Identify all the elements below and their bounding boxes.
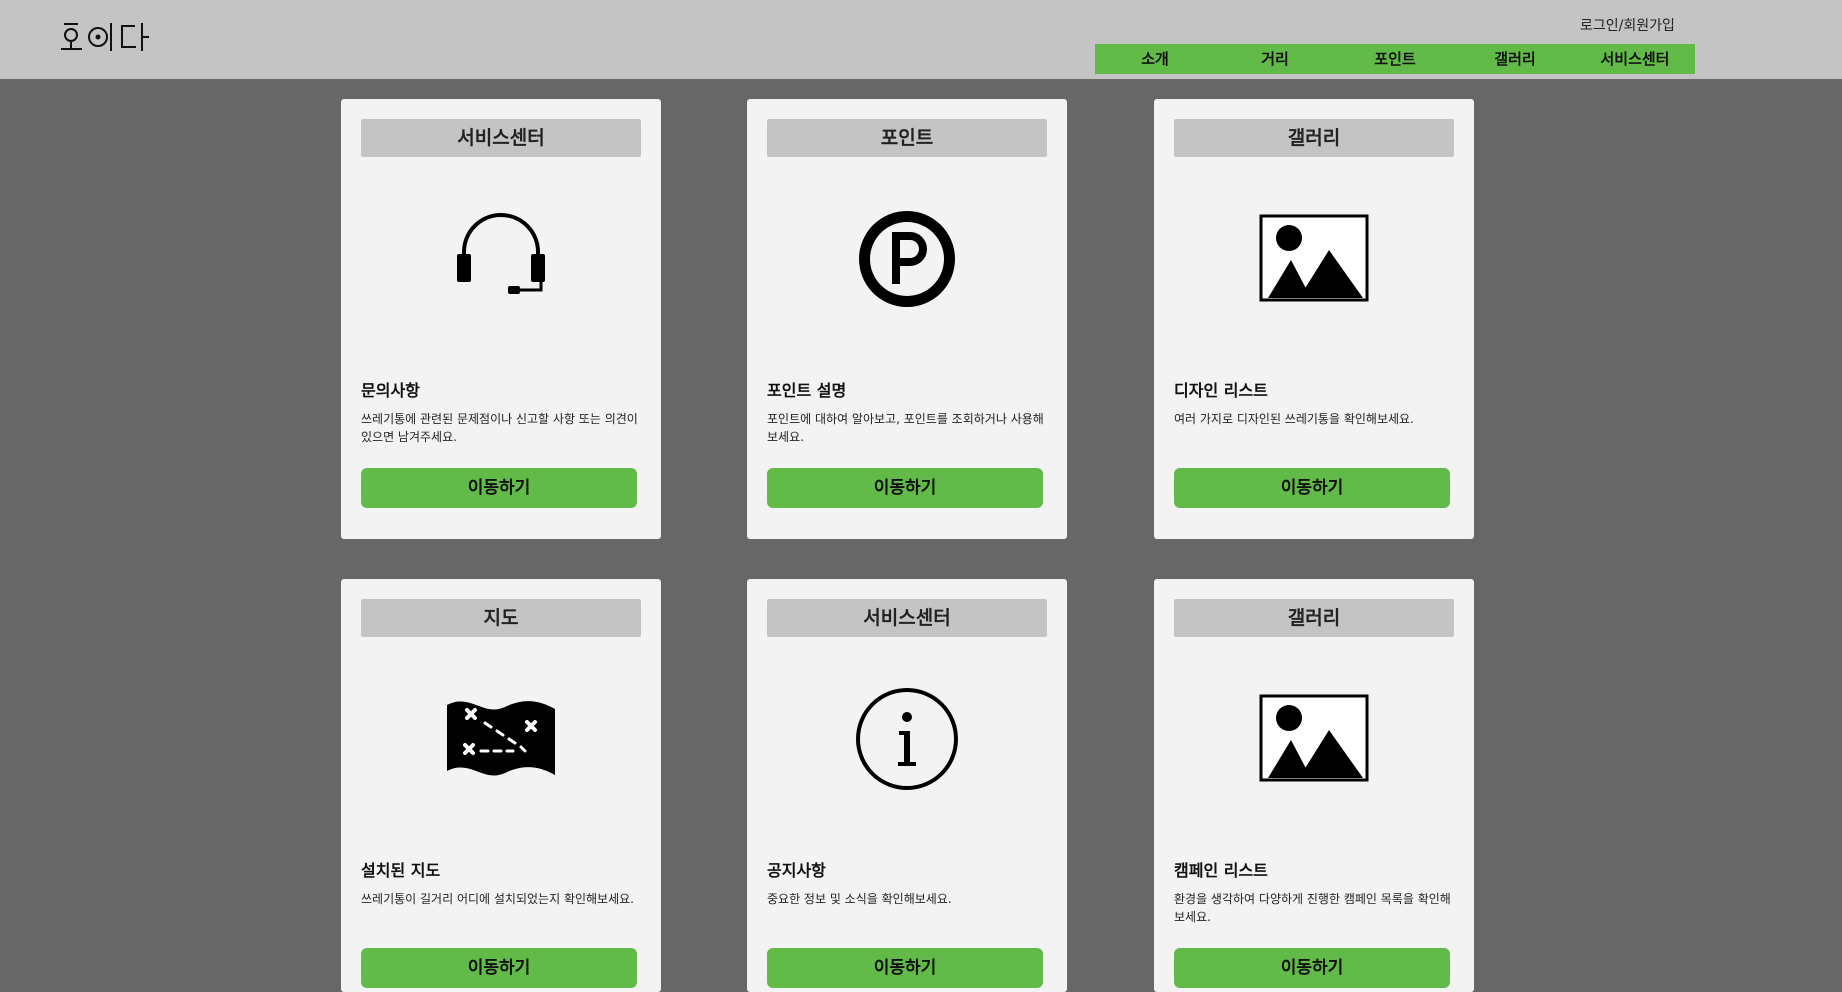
card-point-info: 포인트 포인트 설명 포인트에 대하여 알아보고, 포인트를 조회하거나 사용해… [747,99,1067,539]
nav-item-street[interactable]: 거리 [1215,44,1335,74]
go-button[interactable]: 이동하기 [1174,948,1450,988]
card-header: 지도 [361,599,641,637]
card-inquiry: 서비스센터 문의사항 쓰레기통에 관련된 문제점이나 신고할 사항 또는 의견이… [341,99,661,539]
point-icon [837,199,977,319]
card-header: 서비스센터 [361,119,641,157]
card-installed-map: 지도 설치된 지도 쓰레기통이 길거리 어디에 설치되었는지 확인해보세요. 이… [341,579,661,992]
logo-mark [61,23,149,51]
card-notice: 서비스센터 공지사항 중요한 정보 및 소식을 확인해보세요. 이동하기 [747,579,1067,992]
go-button[interactable]: 이동하기 [1174,468,1450,508]
card-title: 캠페인 리스트 [1174,861,1268,880]
image-icon [1244,679,1384,799]
nav-item-service-center[interactable]: 서비스센터 [1575,44,1695,74]
card-title: 디자인 리스트 [1174,381,1268,400]
headset-icon [431,199,571,319]
card-header: 갤러리 [1174,119,1454,157]
card-title: 설치된 지도 [361,861,441,880]
login-signup-link[interactable]: 로그인/회원가입 [1580,15,1675,35]
card-design-list: 갤러리 디자인 리스트 여러 가지로 디자인된 쓰레기통을 확인해보세요. 이동… [1154,99,1474,539]
nav-item-gallery[interactable]: 갤러리 [1455,44,1575,74]
site-logo[interactable] [58,18,154,58]
main-nav: 소개 거리 포인트 갤러리 서비스센터 [1095,44,1695,74]
card-description: 포인트에 대하여 알아보고, 포인트를 조회하거나 사용해 보세요. [767,412,1044,444]
site-header: 로그인/회원가입 소개 거리 포인트 갤러리 서비스센터 [0,0,1842,79]
card-title: 포인트 설명 [767,381,847,400]
image-icon [1244,199,1384,319]
card-header: 포인트 [767,119,1047,157]
go-button[interactable]: 이동하기 [361,468,637,508]
nav-item-intro[interactable]: 소개 [1095,44,1215,74]
card-description: 쓰레기통에 관련된 문제점이나 신고할 사항 또는 의견이 있으면 남겨주세요. [361,412,638,444]
treasure-map-icon [431,679,571,799]
go-button[interactable]: 이동하기 [361,948,637,988]
card-description: 여러 가지로 디자인된 쓰레기통을 확인해보세요. [1174,412,1414,426]
card-description: 쓰레기통이 길거리 어디에 설치되었는지 확인해보세요. [361,892,634,906]
info-icon [837,679,977,799]
go-button[interactable]: 이동하기 [767,468,1043,508]
card-title: 문의사항 [361,381,420,400]
card-title: 공지사항 [767,861,826,880]
nav-item-point[interactable]: 포인트 [1335,44,1455,74]
card-header: 갤러리 [1174,599,1454,637]
go-button[interactable]: 이동하기 [767,948,1043,988]
card-header: 서비스센터 [767,599,1047,637]
card-campaign-list: 갤러리 캠페인 리스트 환경을 생각하여 다양하게 진행한 캠페인 목록을 확인… [1154,579,1474,992]
card-description: 환경을 생각하여 다양하게 진행한 캠페인 목록을 확인해 보세요. [1174,892,1451,924]
card-description: 중요한 정보 및 소식을 확인해보세요. [767,892,952,906]
